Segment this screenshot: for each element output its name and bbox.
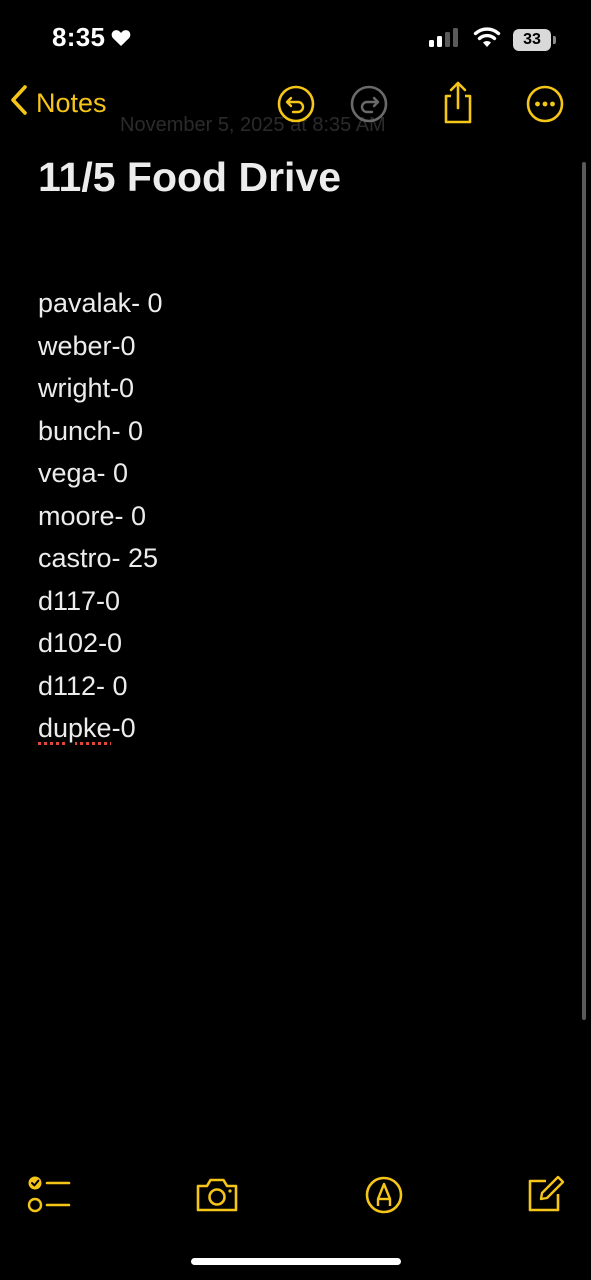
markup-pen-icon[interactable]	[360, 1172, 408, 1218]
status-time: 8:35	[52, 22, 106, 52]
scrollbar[interactable]	[582, 162, 586, 1020]
note-line[interactable]: moore- 0	[38, 495, 163, 538]
status-indicators: 33	[429, 26, 556, 53]
status-bar: 8:35 33	[0, 0, 591, 70]
nav-bar: November 5, 2025 at 8:35 AM Notes	[0, 78, 591, 136]
heart-icon	[111, 29, 131, 47]
note-line[interactable]: d117-0	[38, 580, 163, 623]
checklist-icon[interactable]	[26, 1172, 74, 1218]
note-body[interactable]: pavalak- 0 weber-0 wright-0 bunch- 0 veg…	[38, 282, 163, 750]
note-line-rest: -0	[111, 713, 136, 743]
chevron-left-icon	[10, 84, 28, 123]
note-line[interactable]: wright-0	[38, 367, 163, 410]
battery-icon: 33	[513, 28, 556, 51]
misspelled-word[interactable]: dupke	[38, 713, 112, 743]
note-title[interactable]: 11/5 Food Drive	[38, 154, 341, 201]
cellular-signal-icon	[429, 27, 461, 52]
wifi-icon	[473, 26, 501, 53]
note-line[interactable]: vega- 0	[38, 452, 163, 495]
battery-level: 33	[523, 30, 541, 48]
status-time-group: 8:35	[52, 22, 131, 53]
redo-icon[interactable]	[349, 84, 389, 124]
note-line[interactable]: pavalak- 0	[38, 282, 163, 325]
more-icon[interactable]	[525, 84, 565, 124]
back-label: Notes	[36, 88, 107, 118]
note-line[interactable]: bunch- 0	[38, 410, 163, 453]
compose-icon[interactable]	[522, 1172, 570, 1218]
undo-icon[interactable]	[276, 84, 316, 124]
note-date-faded: November 5, 2025 at 8:35 AM	[120, 114, 386, 136]
note-line[interactable]: d102-0	[38, 622, 163, 665]
back-button[interactable]: Notes	[10, 84, 107, 123]
note-line[interactable]: weber-0	[38, 325, 163, 368]
note-line-last[interactable]: dupke-0	[38, 707, 163, 750]
note-line[interactable]: d112- 0	[38, 665, 163, 708]
home-indicator[interactable]	[191, 1258, 401, 1265]
camera-icon[interactable]	[193, 1172, 241, 1218]
note-line[interactable]: castro- 25	[38, 537, 163, 580]
share-icon[interactable]	[438, 80, 478, 124]
